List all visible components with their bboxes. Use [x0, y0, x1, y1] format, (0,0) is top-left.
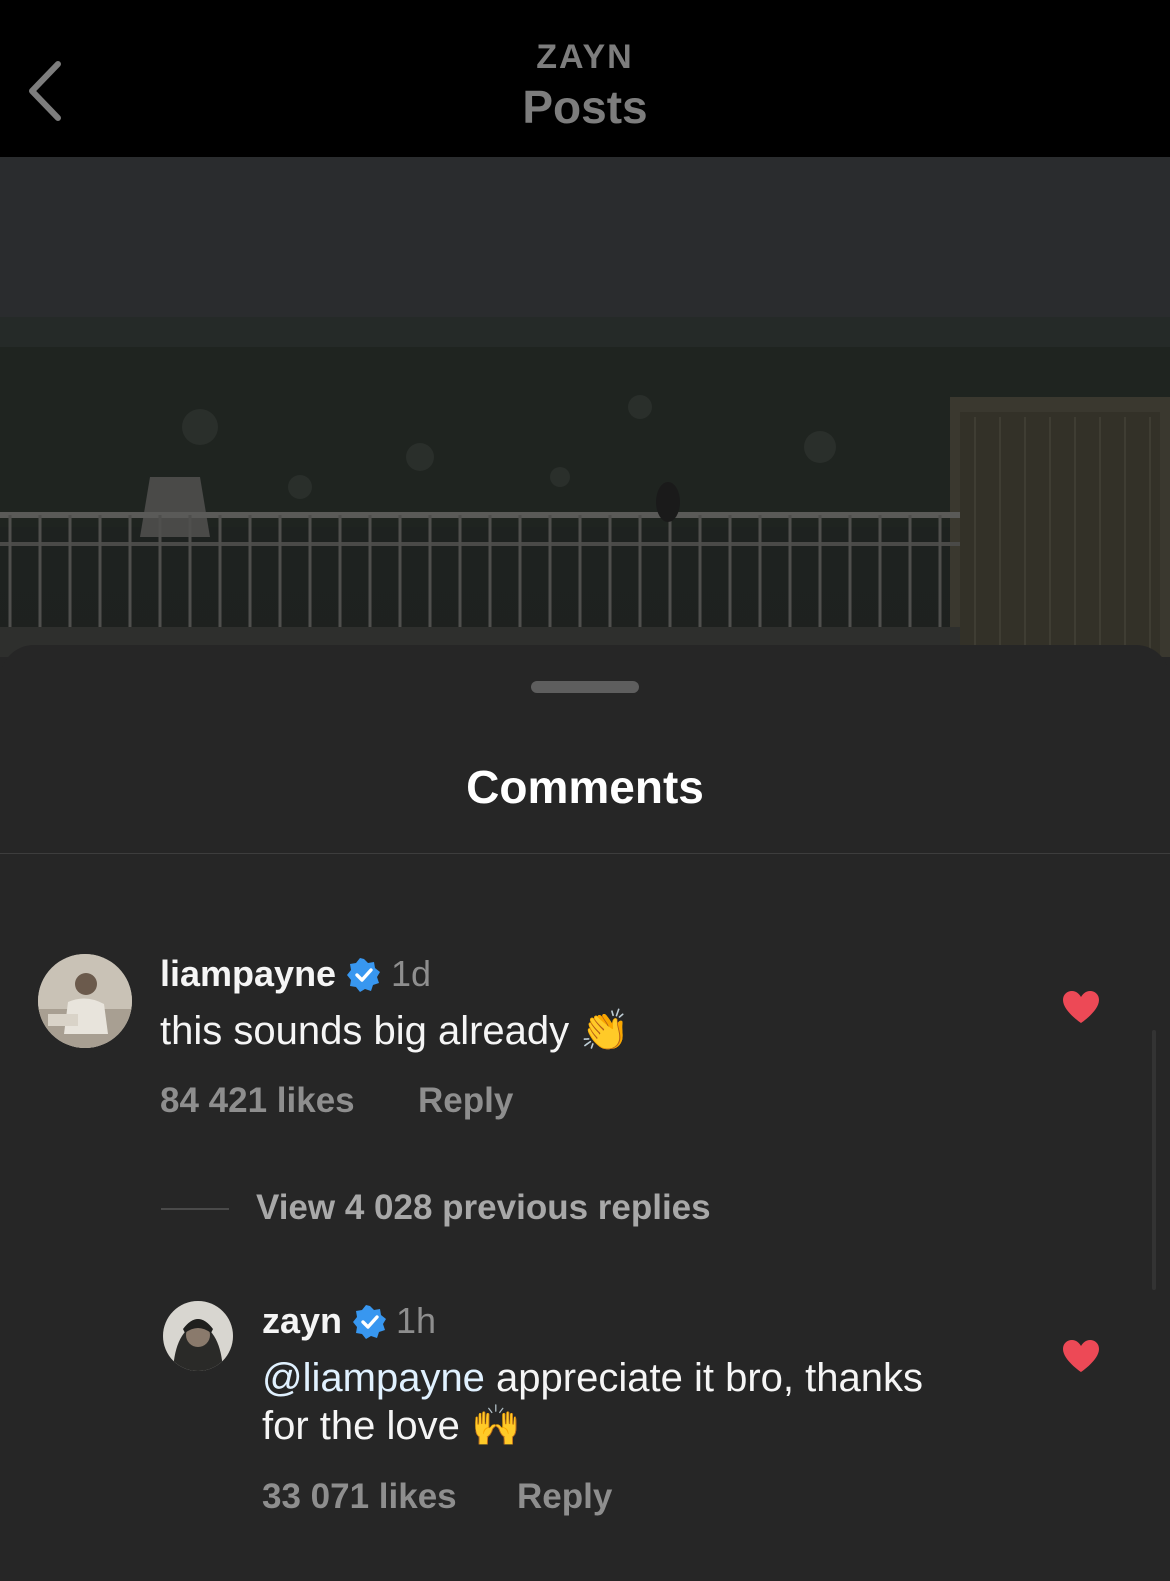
- post-media-image: [0, 157, 1170, 657]
- reply-text: @liampayne appreciate it bro, thanks for…: [262, 1354, 1062, 1450]
- top-navigation-bar: ZAYN Posts: [0, 0, 1170, 157]
- sheet-divider: [0, 853, 1170, 854]
- reply-text-line2: for the love: [262, 1404, 460, 1448]
- avatar-liampayne[interactable]: [38, 954, 132, 1048]
- reply-text-line1: appreciate it bro, thanks: [484, 1356, 923, 1400]
- account-name: ZAYN: [536, 38, 634, 76]
- avatar-zayn[interactable]: [163, 1301, 233, 1371]
- comment-reply-button[interactable]: Reply: [418, 1081, 513, 1121]
- sheet-drag-handle[interactable]: [531, 681, 639, 693]
- view-previous-replies-button[interactable]: View 4 028 previous replies: [256, 1188, 711, 1228]
- comment-username[interactable]: liampayne: [160, 953, 336, 995]
- verified-badge-icon: [353, 1305, 386, 1339]
- mention-link[interactable]: @liampayne: [262, 1356, 485, 1400]
- verified-badge-icon: [347, 958, 380, 992]
- page-title: Posts: [522, 81, 648, 133]
- heart-filled-icon[interactable]: [1062, 1339, 1100, 1373]
- comment-timestamp: 1d: [391, 953, 432, 994]
- raising-hands-emoji: 🙌: [471, 1403, 521, 1449]
- reply-timestamp: 1h: [396, 1300, 437, 1341]
- comment-text-body: this sounds big already: [160, 1009, 570, 1053]
- comment-likes-count[interactable]: 84 421 likes: [160, 1081, 355, 1121]
- reply-username[interactable]: zayn: [262, 1300, 342, 1342]
- replies-divider-line: [161, 1208, 229, 1210]
- rooftop-scene-illustration: [0, 157, 1170, 657]
- scrollbar[interactable]: [1152, 1030, 1156, 1290]
- clapping-hands-emoji: 👏: [580, 1008, 631, 1054]
- reply-likes-count[interactable]: 33 071 likes: [262, 1477, 457, 1517]
- heart-filled-icon[interactable]: [1062, 990, 1100, 1024]
- comment-text: this sounds big already 👏: [160, 1007, 630, 1055]
- reply-reply-button[interactable]: Reply: [517, 1477, 612, 1517]
- comments-title: Comments: [466, 761, 704, 813]
